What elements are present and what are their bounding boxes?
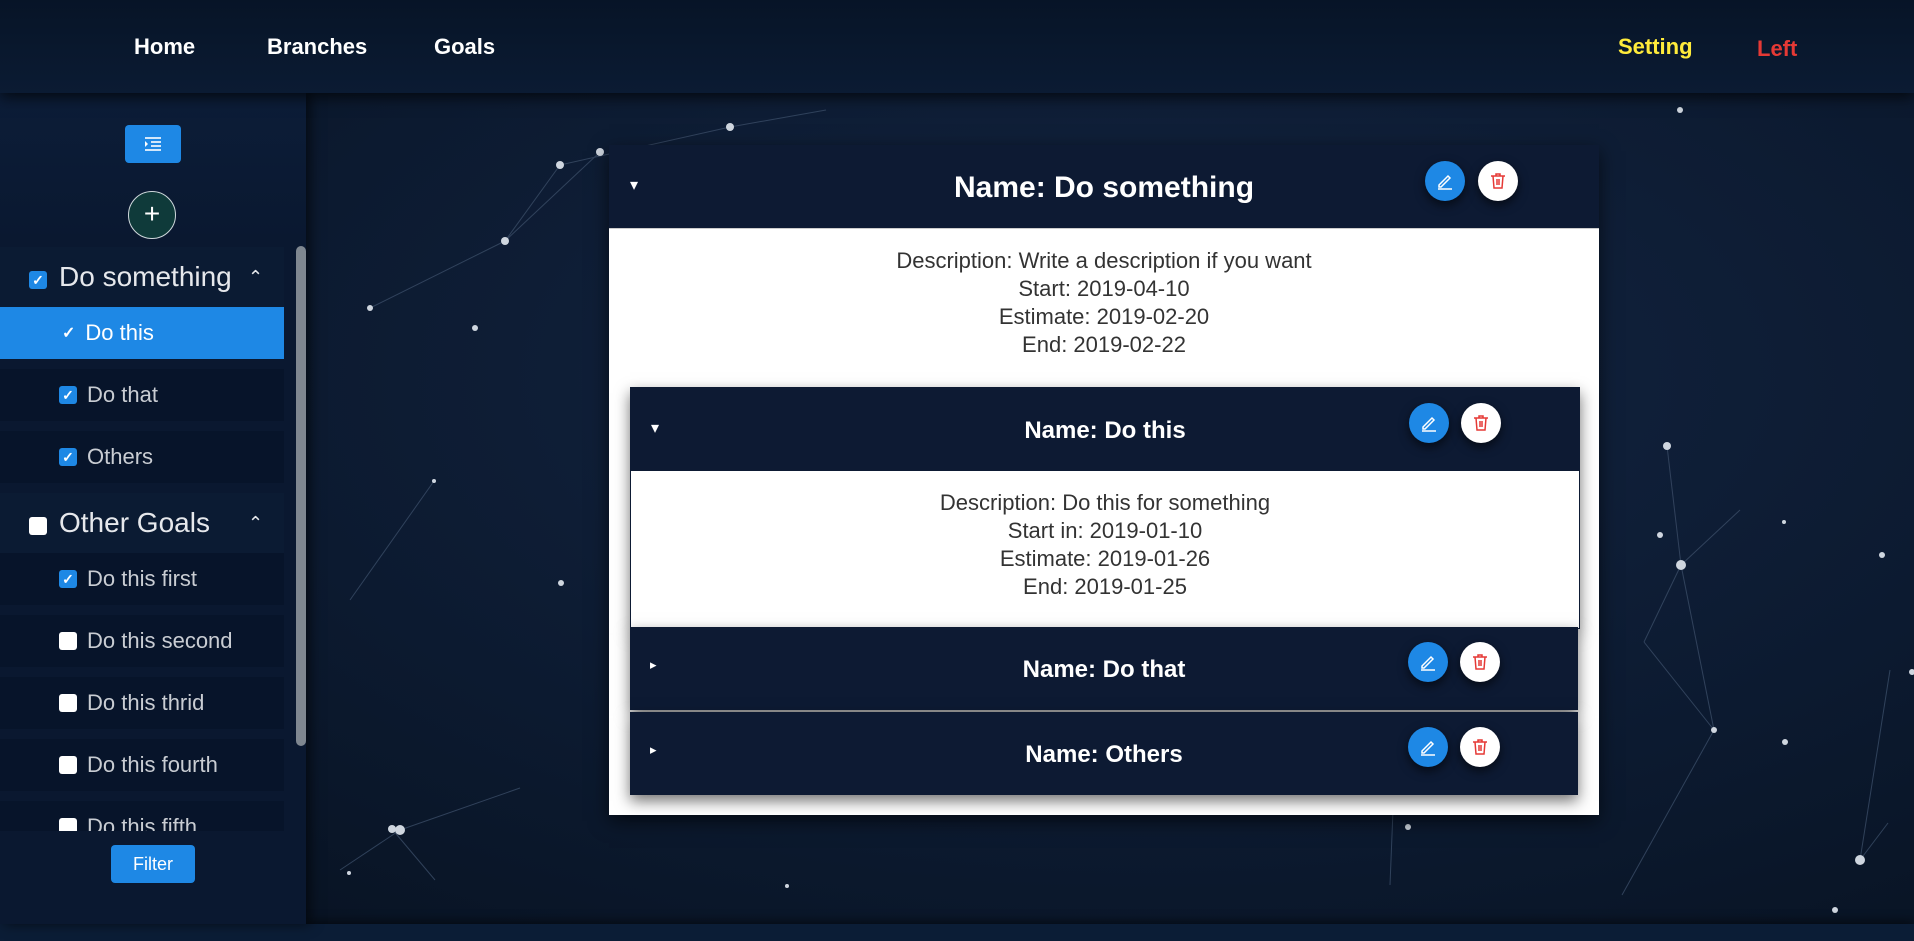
tree-item-label: Do this thrid xyxy=(87,690,205,715)
tree-item-do-this-thrid[interactable]: Do this thrid xyxy=(0,677,284,729)
edit-button[interactable] xyxy=(1408,642,1448,682)
goal-start: Start: 2019-04-10 xyxy=(1018,276,1190,301)
tree-group-do-something[interactable]: ✓ Do something ⌃ xyxy=(0,247,284,307)
sidebar-toolbar: + xyxy=(0,93,306,245)
nav-setting[interactable]: Setting xyxy=(1618,34,1693,60)
tree-item-label: Do this fifth xyxy=(87,814,198,832)
item-checkbox[interactable]: ✓ xyxy=(59,386,77,404)
item-checkbox[interactable] xyxy=(59,756,77,774)
delete-button[interactable] xyxy=(1460,727,1500,767)
nav-left[interactable]: Left xyxy=(1757,36,1797,62)
tree-item-label: Do this xyxy=(85,320,154,345)
tree-item-label: Do this first xyxy=(87,566,198,591)
tree-item-label: Others xyxy=(87,444,154,469)
item-checkbox[interactable] xyxy=(59,632,77,650)
trash-icon xyxy=(1474,415,1488,431)
group-title: Do something xyxy=(59,261,232,292)
nav-goals[interactable]: Goals xyxy=(434,34,495,60)
subtask-start: Start in: 2019-01-10 xyxy=(1007,518,1203,543)
chevron-up-icon[interactable]: ⌃ xyxy=(248,267,263,288)
subtask-details: Description: Do this for something Start… xyxy=(631,489,1579,601)
tree-item-label: Do this second xyxy=(87,628,233,653)
tree-item-do-this-fourth[interactable]: Do this fourth xyxy=(0,739,284,791)
tree-item-do-this-fifth[interactable]: Do this fifth xyxy=(0,801,284,832)
subtask-description: Description: Do this for something xyxy=(939,490,1271,515)
item-checkbox[interactable] xyxy=(59,694,77,712)
goal-description: Description: Write a description if you … xyxy=(896,248,1312,273)
pencil-icon xyxy=(1421,655,1435,671)
goal-tree: ✓ Do something ⌃ ✓ Do this ✓ Do that ✓ O… xyxy=(0,247,284,832)
sidebar: + ✓ Do something ⌃ ✓ Do this ✓ Do that ✓… xyxy=(0,93,306,924)
add-goal-button[interactable]: + xyxy=(128,191,176,239)
delete-button[interactable] xyxy=(1478,161,1518,201)
delete-button[interactable] xyxy=(1461,403,1501,443)
trash-icon xyxy=(1473,739,1487,755)
group-checkbox[interactable] xyxy=(29,517,47,535)
group-checkbox[interactable]: ✓ xyxy=(29,271,47,289)
pencil-icon xyxy=(1422,416,1436,432)
subtask-panel-others[interactable]: ▸ Name: Others xyxy=(630,712,1578,795)
subtask-panel-do-that[interactable]: ▸ Name: Do that xyxy=(630,627,1578,710)
edit-button[interactable] xyxy=(1408,727,1448,767)
nav-branches[interactable]: Branches xyxy=(267,34,367,60)
item-checkbox[interactable]: ✓ xyxy=(59,570,77,588)
tree-item-others[interactable]: ✓ Others xyxy=(0,431,284,483)
tree-item-label: Do this fourth xyxy=(87,752,218,777)
group-title: Other Goals xyxy=(59,507,210,538)
footer-bar xyxy=(0,924,1914,941)
subtask-end: End: 2019-01-25 xyxy=(1023,574,1187,599)
plus-icon: + xyxy=(143,197,161,229)
goal-card: ▾ Name: Do something Description: Write … xyxy=(609,145,1599,815)
item-checkbox[interactable] xyxy=(59,818,77,832)
top-navbar: Home Branches Goals Setting Left xyxy=(0,0,1914,93)
item-checkbox[interactable]: ✓ xyxy=(59,448,77,466)
pencil-icon xyxy=(1438,174,1452,190)
tree-item-do-this-first[interactable]: ✓ Do this first xyxy=(0,553,284,605)
edit-button[interactable] xyxy=(1409,403,1449,443)
chevron-up-icon[interactable]: ⌃ xyxy=(248,513,263,534)
subtask-panel-do-this: ▾ Name: Do this Description: Do this for… xyxy=(630,387,1580,629)
goal-end: End: 2019-02-22 xyxy=(1022,332,1186,357)
goal-estimate: Estimate: 2019-02-20 xyxy=(998,304,1210,329)
tree-item-do-this-second[interactable]: Do this second xyxy=(0,615,284,667)
filter-button[interactable]: Filter xyxy=(111,845,195,883)
trash-icon xyxy=(1491,173,1505,189)
tree-item-do-this[interactable]: ✓ Do this xyxy=(0,307,284,359)
subtask-header[interactable]: ▾ Name: Do this xyxy=(631,388,1579,471)
list-indent-icon xyxy=(145,137,161,151)
nav-home[interactable]: Home xyxy=(134,34,195,60)
menu-toggle-button[interactable] xyxy=(125,125,181,163)
subtask-estimate: Estimate: 2019-01-26 xyxy=(999,546,1211,571)
tree-item-label: Do that xyxy=(87,382,158,407)
goal-card-header[interactable]: ▾ Name: Do something xyxy=(609,145,1599,229)
sidebar-scrollbar[interactable] xyxy=(296,246,306,746)
tree-item-do-that[interactable]: ✓ Do that xyxy=(0,369,284,421)
check-icon: ✓ xyxy=(62,325,76,342)
goal-details: Description: Write a description if you … xyxy=(609,247,1599,359)
pencil-icon xyxy=(1421,740,1435,756)
trash-icon xyxy=(1473,654,1487,670)
edit-button[interactable] xyxy=(1425,161,1465,201)
delete-button[interactable] xyxy=(1460,642,1500,682)
tree-group-other-goals[interactable]: Other Goals ⌃ xyxy=(0,493,284,553)
